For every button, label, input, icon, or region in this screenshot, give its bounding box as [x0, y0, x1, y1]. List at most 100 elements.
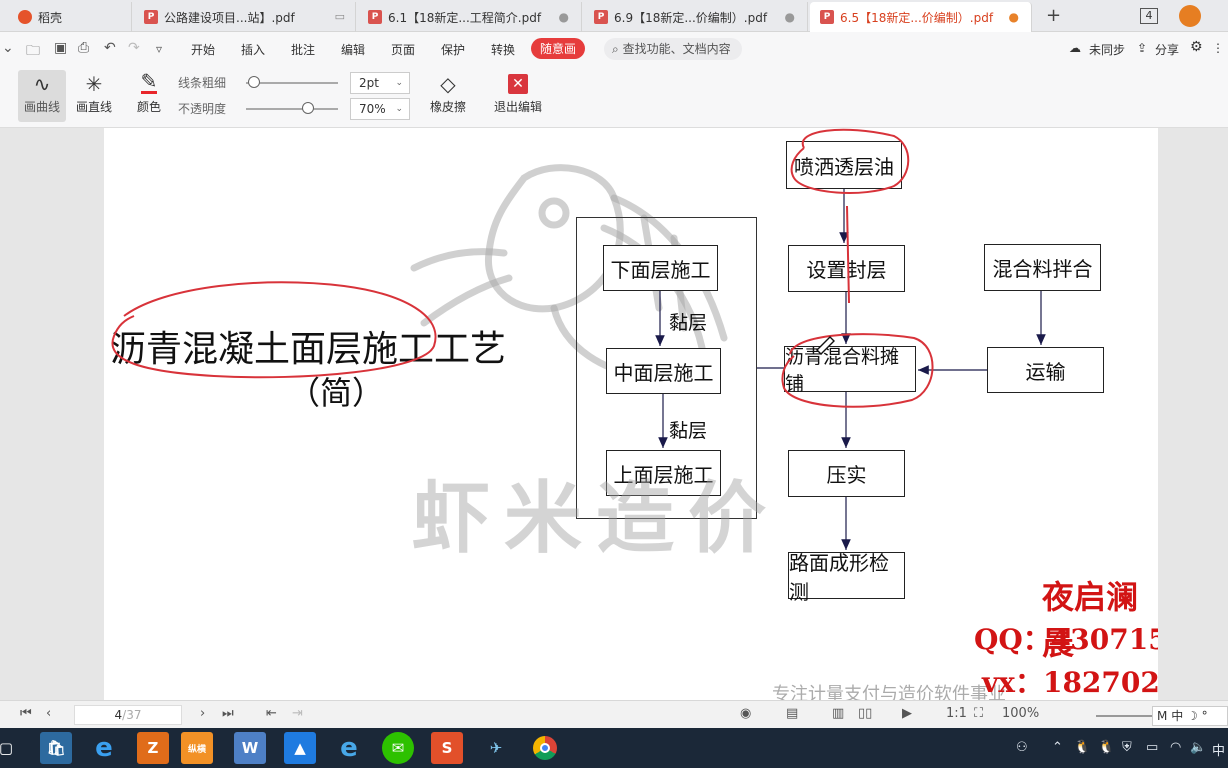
- print-icon[interactable]: ⎙: [78, 40, 89, 56]
- undo-icon[interactable]: ↶: [104, 40, 116, 56]
- menu-protect[interactable]: 保护: [441, 41, 465, 58]
- tab-label: 6.9【18新定...价编制）.pdf: [614, 10, 768, 25]
- watermark-subtitle: 专注计量支付与造价软件事业: [772, 684, 1006, 700]
- chrome-icon[interactable]: [529, 732, 561, 764]
- menu-convert[interactable]: 转换: [491, 41, 515, 58]
- tab-document-active[interactable]: P 6.5【18新定...价编制）.pdf ●: [810, 2, 1032, 32]
- customize-chevron-icon[interactable]: ▿: [156, 42, 162, 56]
- ie-icon[interactable]: e: [333, 732, 365, 764]
- tab-home[interactable]: 稻壳: [8, 2, 132, 32]
- author-wechat: vx：18270240313: [982, 666, 1158, 699]
- chevron-down-icon: ⌄: [395, 104, 403, 114]
- monitor-icon[interactable]: ▭: [335, 10, 345, 23]
- eye-read-mode-icon[interactable]: ◉: [740, 706, 751, 721]
- ime-punct-icon: °: [1201, 709, 1208, 723]
- first-page-icon[interactable]: ⏮: [20, 706, 32, 721]
- zoom-slider[interactable]: [1096, 715, 1156, 717]
- menu-start[interactable]: 开始: [191, 41, 215, 58]
- forward-icon[interactable]: ⇥: [292, 706, 303, 721]
- double-page-icon[interactable]: ▯▯: [858, 706, 872, 721]
- wechat-icon[interactable]: ✉: [382, 732, 414, 764]
- page-number-input[interactable]: 4/37: [74, 705, 182, 725]
- cloud-sync-icon[interactable]: ☁: [1069, 41, 1081, 55]
- opacity-slider[interactable]: [246, 108, 338, 110]
- tab-count-badge[interactable]: 4: [1140, 8, 1158, 24]
- save-icon[interactable]: ▣: [54, 40, 67, 56]
- volume-icon[interactable]: 🔈: [1190, 740, 1206, 755]
- tab-document[interactable]: P 6.1【18新定...工程简介.pdf ●: [358, 2, 582, 32]
- battery-icon[interactable]: ▭: [1146, 740, 1158, 755]
- wps-pdf-icon[interactable]: W: [234, 732, 266, 764]
- ime-tray-label[interactable]: 中: [1212, 740, 1225, 759]
- single-page-icon[interactable]: ▤: [786, 706, 798, 721]
- next-page-icon[interactable]: ›: [200, 706, 205, 721]
- zoom-level[interactable]: 100%: [1002, 706, 1039, 721]
- draw-line-label: 画直线: [75, 100, 112, 114]
- back-icon[interactable]: ⇤: [266, 706, 277, 721]
- continuous-page-icon[interactable]: ▥: [832, 706, 844, 721]
- menu-freehand-draw[interactable]: 随意画: [531, 38, 586, 59]
- people-icon[interactable]: ⚇: [1016, 740, 1028, 755]
- settings-gear-icon[interactable]: ⚙: [1190, 39, 1203, 55]
- actual-size-icon[interactable]: 1:1: [946, 706, 967, 721]
- color-dropdown[interactable]: ✎ 颜色: [128, 69, 170, 122]
- mountain-app-icon[interactable]: ▲: [284, 732, 316, 764]
- app-z-icon[interactable]: Z: [137, 732, 169, 764]
- eraser-button[interactable]: ◇ 橡皮擦: [422, 70, 474, 122]
- line-star-icon: ✳: [85, 72, 103, 96]
- thickness-dropdown[interactable]: 2pt ⌄: [350, 72, 410, 94]
- menu-annotate[interactable]: 批注: [291, 41, 315, 58]
- store-icon[interactable]: 🛍: [40, 732, 72, 764]
- menu-edit[interactable]: 编辑: [341, 41, 365, 58]
- ime-toolbar[interactable]: M 中 ☽ °: [1152, 706, 1228, 726]
- ime-moon-icon: ☽: [1187, 709, 1198, 723]
- pdf-file-icon: P: [820, 10, 834, 24]
- new-tab-plus-icon[interactable]: +: [1046, 5, 1061, 26]
- last-page-icon[interactable]: ⏭: [222, 706, 234, 721]
- wps-logo-icon: [18, 10, 32, 24]
- open-folder-icon[interactable]: 🗀: [26, 40, 40, 64]
- task-view-icon[interactable]: ▢: [0, 732, 22, 764]
- draw-line-button[interactable]: ✳ 画直线: [72, 70, 116, 122]
- menu-insert[interactable]: 插入: [241, 41, 265, 58]
- draw-curve-button[interactable]: ∿ 画曲线: [18, 70, 66, 122]
- app-orange-icon[interactable]: 纵横: [181, 732, 213, 764]
- opacity-slider-knob[interactable]: [302, 102, 314, 114]
- tray-expand-icon[interactable]: ⌃: [1052, 740, 1063, 755]
- user-avatar[interactable]: [1179, 5, 1201, 27]
- pdf-file-icon: P: [594, 10, 608, 24]
- tab-document[interactable]: P 公路建设项目...站】.pdf ▭: [134, 2, 356, 32]
- draw-toolbar: ∿ 画曲线 ✳ 画直线 ✎ 颜色 线条粗细 2pt ⌄ 不透明度 70% ⌄ ◇…: [0, 66, 1228, 128]
- status-bar: ⏮ ‹ 4/37 › ⏭ ⇤ ⇥ ◉ ▤ ▥ ▯▯ ▶ 1:1 ⛶ 100%: [0, 700, 1228, 728]
- thickness-slider-knob[interactable]: [248, 76, 260, 88]
- exit-edit-button[interactable]: ✕ 退出编辑: [490, 70, 546, 122]
- edge-icon[interactable]: e: [88, 732, 120, 764]
- tab-document[interactable]: P 6.9【18新定...价编制）.pdf ●: [584, 2, 808, 32]
- opacity-dropdown[interactable]: 70% ⌄: [350, 98, 410, 120]
- qq-tray-icon-2[interactable]: 🐧: [1098, 740, 1114, 755]
- menu-page[interactable]: 页面: [391, 41, 415, 58]
- share-icon[interactable]: ⇪: [1137, 41, 1147, 55]
- tab-unsaved-dot-icon[interactable]: ●: [1009, 10, 1019, 24]
- bird-app-icon[interactable]: ✈: [480, 732, 512, 764]
- wifi-icon[interactable]: ◠: [1170, 740, 1181, 755]
- windows-taskbar: ▢ 🛍 e Z 纵横 W ▲ e ✉ S ✈ ⚇ ⌃ 🐧 🐧 ⛨ ▭ ◠ 🔈 中: [0, 728, 1228, 768]
- play-icon[interactable]: ▶: [902, 706, 912, 721]
- pdf-page[interactable]: 沥青混凝土面层施工工艺 （简） 下面层施工 中面层施工 上面层施工 黏层 黏层 …: [104, 128, 1158, 700]
- expand-chevron-icon[interactable]: ⌄: [2, 40, 14, 56]
- tab-close-icon[interactable]: ●: [785, 10, 795, 24]
- qq-tray-icon[interactable]: 🐧: [1074, 740, 1090, 755]
- security-shield-icon[interactable]: ⛨: [1122, 740, 1132, 755]
- tab-close-icon[interactable]: ●: [559, 10, 569, 24]
- opacity-label: 不透明度: [178, 102, 227, 116]
- fit-page-icon[interactable]: ⛶: [974, 706, 983, 721]
- more-icon[interactable]: ⋮: [1212, 41, 1224, 55]
- document-viewport[interactable]: 沥青混凝土面层施工工艺 （简） 下面层施工 中面层施工 上面层施工 黏层 黏层 …: [0, 128, 1228, 700]
- share-button[interactable]: 分享: [1155, 41, 1179, 58]
- sync-status[interactable]: 未同步: [1089, 41, 1125, 58]
- redo-icon[interactable]: ↷: [128, 40, 140, 56]
- prev-page-icon[interactable]: ‹: [46, 706, 51, 721]
- thickness-label: 线条粗细: [178, 76, 227, 90]
- search-input[interactable]: ⌕ 查找功能、文档内容: [604, 38, 742, 60]
- slides-icon[interactable]: S: [431, 732, 463, 764]
